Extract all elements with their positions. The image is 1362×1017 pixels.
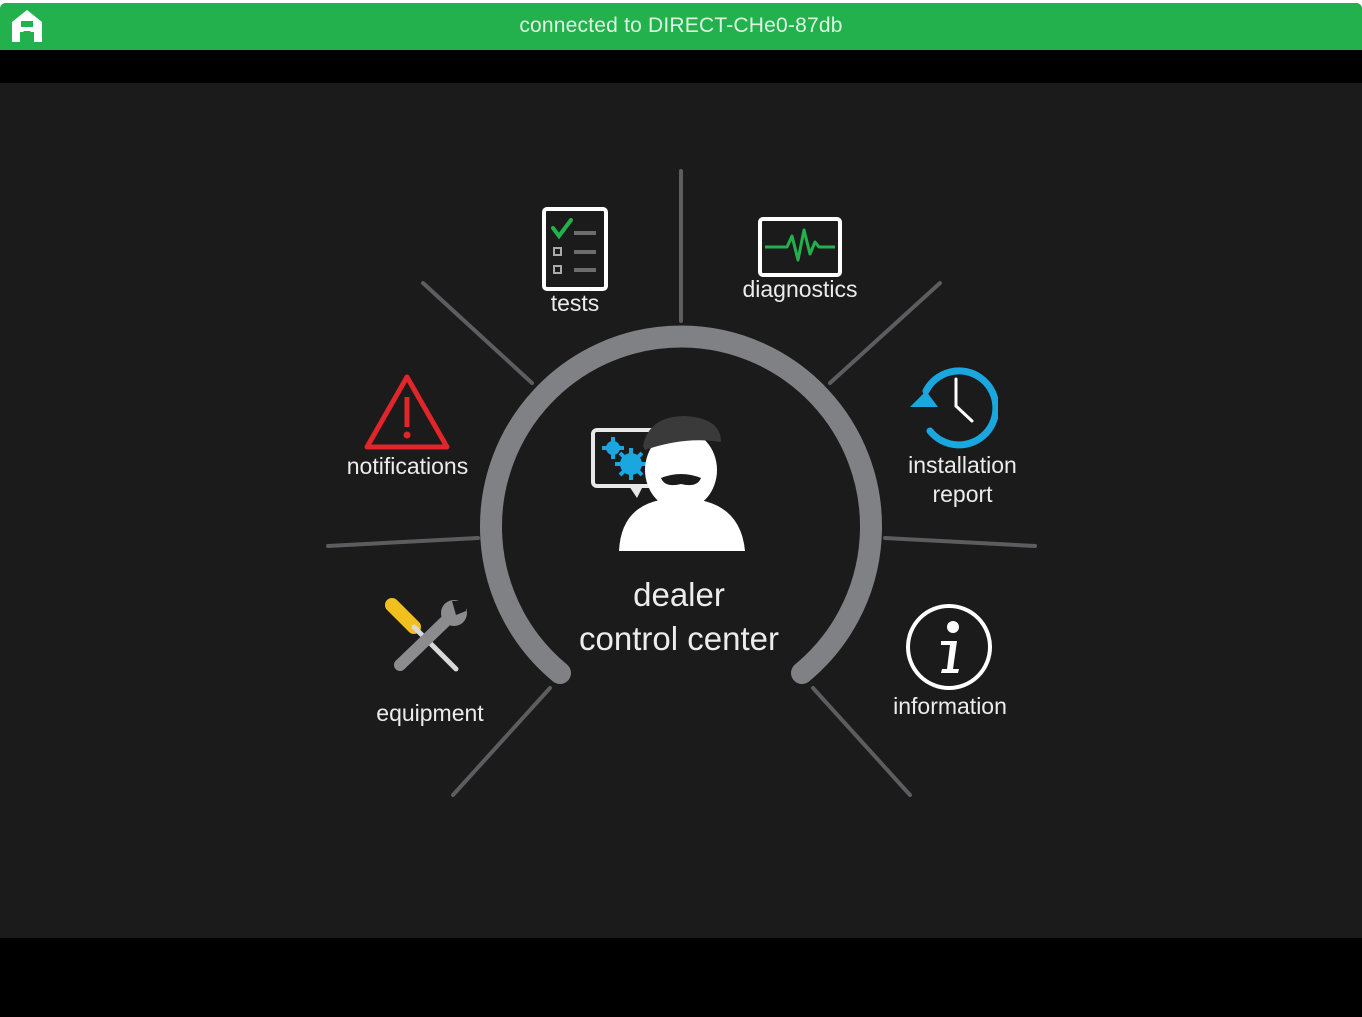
history-clock-icon [910,367,998,449]
warning-triangle-icon [364,374,450,450]
menu-label-equipment: equipment [376,700,484,726]
menu-label-report: report [932,481,993,507]
menu-item-tests[interactable]: tests [520,203,630,321]
menu-item-information[interactable]: information [880,598,1020,723]
menu-item-installation-report[interactable]: installation report [890,358,1035,513]
menu-label-tests: tests [550,290,600,316]
heartbeat-monitor-icon [758,217,842,277]
menu-label-notifications: notifications [346,453,469,479]
center-title-line1: dealer [633,576,725,613]
dealer-avatar-icon [591,416,745,551]
menu-item-notifications[interactable]: notifications [330,368,485,488]
center-title: dealer control center [529,573,829,661]
menu-item-diagnostics[interactable]: diagnostics [725,213,875,309]
menu-label-information: information [893,693,1007,719]
checklist-icon [542,207,608,291]
dealer-control-center [585,408,755,558]
center-title-line2: control center [579,620,779,657]
menu-label-installation: installation [908,452,1017,478]
app-screen: connected to DIRECT-CHe0-87db dealer con… [0,3,1362,1017]
menu-item-equipment[interactable]: equipment [360,593,500,726]
tools-icon [385,598,467,672]
info-icon [906,604,992,690]
menu-label-diagnostics: diagnostics [742,276,858,302]
